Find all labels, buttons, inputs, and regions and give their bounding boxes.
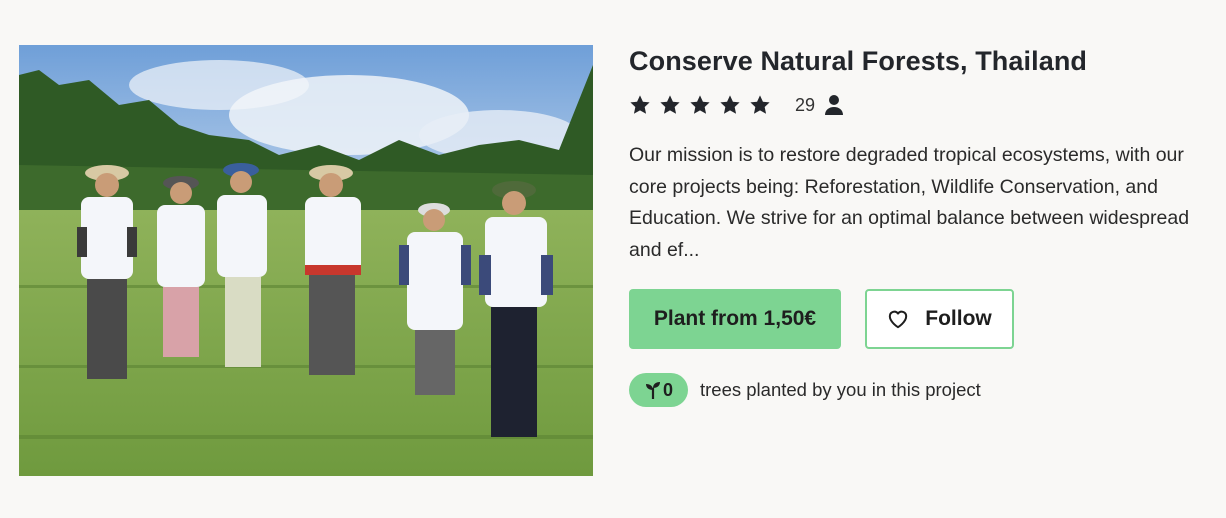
star-icon [689, 94, 711, 116]
plant-button[interactable]: Plant from 1,50€ [629, 289, 841, 349]
follow-button-label: Follow [925, 307, 992, 330]
project-info: Conserve Natural Forests, Thailand 29 Ou… [629, 44, 1209, 407]
project-photo [19, 45, 593, 476]
project-title: Conserve Natural Forests, Thailand [629, 46, 1088, 76]
star-icon [749, 94, 771, 116]
star-icon [629, 94, 651, 116]
rating-count: 29 [795, 94, 816, 115]
follow-button[interactable]: Follow [865, 289, 1014, 349]
star-icon [719, 94, 741, 116]
plant-button-label: Plant from 1,50€ [653, 307, 817, 330]
project-description: Our mission is to restore degraded tropi… [629, 144, 1190, 261]
star-icon [659, 94, 681, 116]
trees-planted-text: trees planted by you in this project [700, 379, 981, 400]
sprout-icon [644, 380, 662, 400]
trees-planted-count: 0 [662, 379, 673, 400]
heart-icon [887, 309, 909, 329]
action-buttons: Plant from 1,50€ Follow [629, 289, 1209, 349]
trees-planted-badge: 0 [629, 373, 688, 407]
person-icon [824, 94, 844, 116]
trees-planted: 0 trees planted by you in this project [629, 373, 1209, 407]
rating: 29 [629, 92, 1209, 118]
